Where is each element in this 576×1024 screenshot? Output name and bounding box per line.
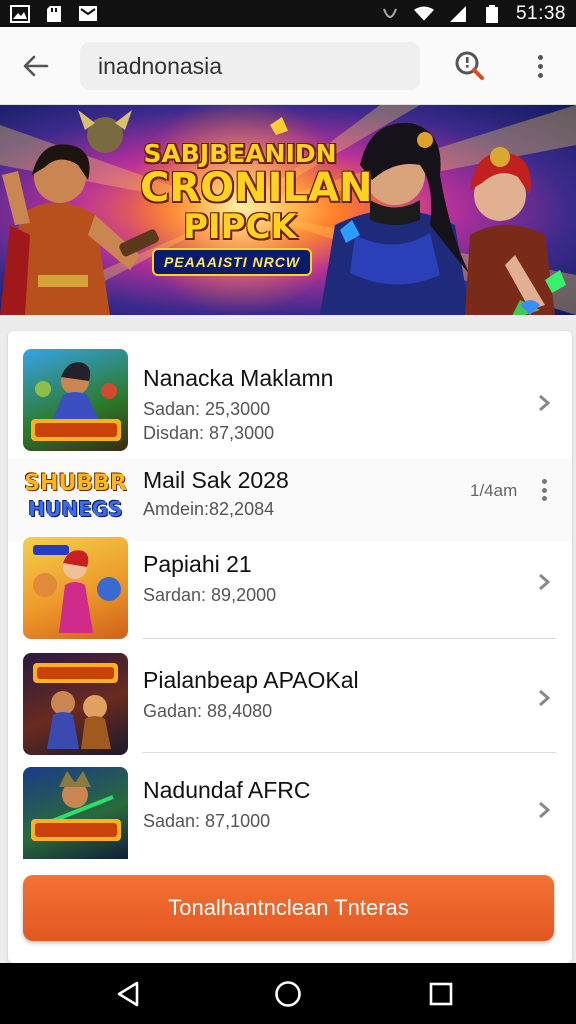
status-bar-right: 51:38 (380, 3, 566, 25)
item-detail: Gadan: 88,4080 (143, 701, 273, 721)
search-input[interactable] (98, 52, 420, 80)
status-bar: 51:38 (0, 0, 576, 27)
back-button[interactable] (20, 51, 52, 81)
nav-recents-button[interactable] (424, 977, 458, 1011)
game-thumbnail (23, 537, 128, 639)
item-title: Mail Sak 2028 (143, 467, 289, 493)
game-thumbnail (23, 349, 128, 451)
search-icon (455, 51, 484, 80)
chevron-right-icon (539, 394, 551, 412)
banner-title-line1: SABJBEANIDN (143, 139, 337, 168)
game-logo-thumbnail: SHUBBR HUNEGS (23, 463, 128, 533)
status-bar-left (10, 4, 98, 23)
status-time: 51:38 (515, 2, 566, 24)
item-detail: Sadan: 87,1000 (143, 811, 271, 831)
system-nav-bar (0, 963, 576, 1024)
vibrate-icon (380, 5, 400, 23)
game-list: Nanacka Maklamn Sadan: 25,3000 Disdan: 8… (8, 331, 572, 963)
list-item[interactable]: SHUBBR HUNEGS Mail Sak 2028 Amdein:82,20… (8, 459, 572, 541)
divider (142, 752, 556, 753)
arrow-left-icon (23, 55, 49, 77)
search-field[interactable] (80, 42, 420, 90)
signal-icon (448, 5, 468, 23)
far-right-hero-figure (465, 147, 555, 315)
divider (142, 638, 556, 639)
item-title: Nadundaf AFRC (143, 777, 311, 803)
banner-title-line2: CRONILAN (140, 165, 373, 211)
gallery-icon (10, 4, 30, 23)
more-options-button[interactable] (524, 49, 556, 83)
nav-home-button[interactable] (271, 977, 305, 1011)
list-item[interactable]: Nadundaf AFRC Sadan: 87,1000 (8, 763, 572, 859)
banner-title-line3: PIPCK (183, 207, 297, 247)
primary-action-button[interactable]: Tonalhantnclean Tnteras (23, 875, 554, 941)
item-detail: Amdein:82,2084 (143, 499, 275, 519)
item-detail: Disdan: 87,3000 (143, 423, 275, 443)
logo-text-top: SHUBBR (24, 471, 127, 496)
list-item[interactable]: Nanacka Maklamn Sadan: 25,3000 Disdan: 8… (8, 345, 572, 457)
item-title: Pialanbeap APAOKal (143, 667, 359, 693)
item-detail: Sadan: 25,3000 (143, 399, 271, 419)
battery-icon (482, 4, 502, 23)
banner-title: SABJBEANIDN CRONILAN PIPCK (140, 139, 373, 247)
square-recents-icon (429, 982, 453, 1006)
chevron-right-icon (539, 573, 551, 591)
item-more-icon[interactable] (540, 479, 548, 501)
chevron-right-icon (539, 689, 551, 707)
game-thumbnail (23, 767, 128, 859)
more-vertical-icon (537, 54, 543, 60)
item-timestamp: 1/4am (470, 481, 518, 500)
game-thumbnail (23, 653, 128, 755)
chevron-right-icon (539, 801, 551, 819)
search-button[interactable] (453, 49, 487, 83)
message-icon (78, 5, 98, 23)
item-title: Papiahi 21 (143, 551, 252, 577)
wifi-icon (413, 5, 434, 23)
app-bar (0, 27, 576, 105)
nav-back-button[interactable] (111, 977, 145, 1011)
banner-tag: PEAAAISTI NRCW (152, 248, 312, 276)
list-item[interactable]: Pialanbeap APAOKal Gadan: 88,4080 (8, 649, 572, 761)
sd-card-icon (44, 5, 64, 23)
circle-home-icon (275, 981, 301, 1007)
promo-banner[interactable]: SABJBEANIDN CRONILAN PIPCK (0, 105, 576, 315)
logo-text-bottom: HUNEGS (28, 497, 123, 521)
item-detail: Sardan: 89,2000 (143, 585, 277, 605)
item-title: Nanacka Maklamn (143, 365, 334, 391)
list-item[interactable]: Papiahi 21 Sardan: 89,2000 (8, 533, 572, 645)
triangle-back-icon (117, 981, 139, 1007)
